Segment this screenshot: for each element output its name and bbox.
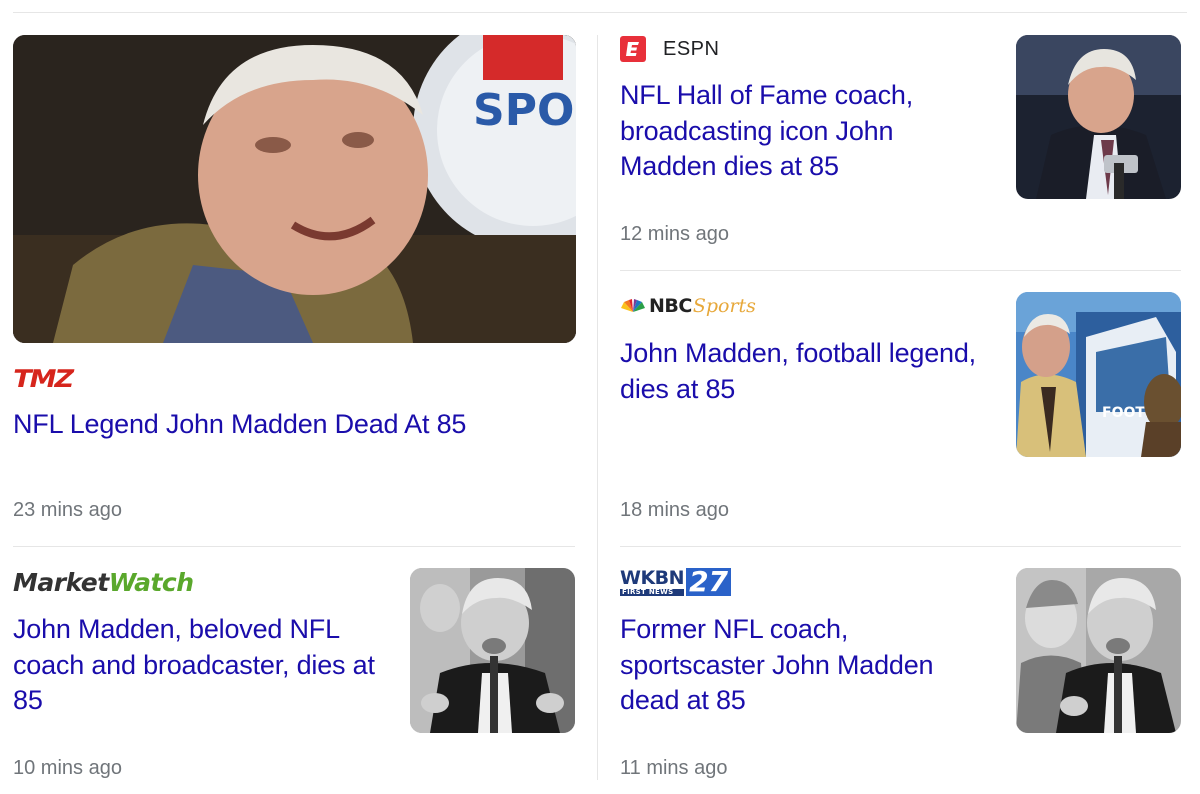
source-marketwatch: Market Watch (13, 567, 194, 597)
article-headline[interactable]: NFL Legend John Madden Dead At 85 (13, 407, 553, 443)
article-headline[interactable]: John Madden, beloved NFL coach and broad… (13, 612, 385, 719)
article-thumbnail[interactable] (1016, 568, 1181, 733)
sports-wordmark: Sports (692, 295, 756, 317)
source-nbc-sports: NBC Sports (620, 292, 756, 320)
article-thumbnail[interactable] (1016, 35, 1181, 199)
top-divider (13, 12, 1187, 13)
news-card-marketwatch[interactable]: Market Watch John Madden, beloved NFL coa… (13, 568, 575, 783)
article-thumbnail[interactable]: SPO (13, 35, 576, 343)
row-divider-right-2 (620, 546, 1181, 547)
nbc-wordmark: NBC (649, 295, 692, 317)
source-wkbn: WKBN FIRST NEWS 27 (620, 566, 732, 596)
article-timestamp: 11 mins ago (620, 757, 728, 779)
article-headline[interactable]: NFL Hall of Fame coach, broadcasting ico… (620, 78, 980, 185)
row-divider-left (13, 546, 575, 547)
article-thumbnail[interactable]: FOOTB (1016, 292, 1181, 457)
marketwatch-logo-market: Market (13, 567, 109, 597)
espn-logo-icon (620, 36, 646, 62)
source-name: ESPN (663, 37, 720, 60)
article-timestamp: 12 mins ago (620, 223, 729, 245)
article-headline[interactable]: Former NFL coach, sportscaster John Madd… (620, 612, 980, 719)
svg-text:SPO: SPO (473, 85, 574, 136)
wkbn-channel-number: 27 (686, 568, 732, 596)
news-card-wkbn[interactable]: WKBN FIRST NEWS 27 Former NFL coach, spo… (620, 568, 1181, 783)
marketwatch-logo-watch: Watch (108, 567, 194, 597)
row-divider-right-1 (620, 270, 1181, 271)
wkbn-first-news: FIRST NEWS (620, 588, 685, 596)
article-headline[interactable]: John Madden, football legend, dies at 85 (620, 336, 980, 407)
news-card-nbc-sports[interactable]: NBC Sports John Madden, football legend,… (620, 292, 1181, 532)
column-divider (597, 35, 598, 780)
article-timestamp: 23 mins ago (13, 499, 122, 521)
news-card-tmz[interactable]: SPO TMZ NFL Legend John Madden Dead At 8… (10, 35, 576, 535)
source-espn: ESPN (620, 35, 719, 63)
tmz-logo: TMZ (10, 365, 75, 393)
news-card-espn[interactable]: ESPN NFL Hall of Fame coach, broadcastin… (620, 35, 1181, 255)
source-tmz: TMZ (10, 365, 75, 393)
nbc-peacock-icon (621, 299, 645, 312)
article-thumbnail[interactable] (410, 568, 575, 733)
article-timestamp: 10 mins ago (13, 757, 122, 779)
wkbn-call-letters: WKBN (620, 566, 685, 589)
article-timestamp: 18 mins ago (620, 499, 729, 521)
